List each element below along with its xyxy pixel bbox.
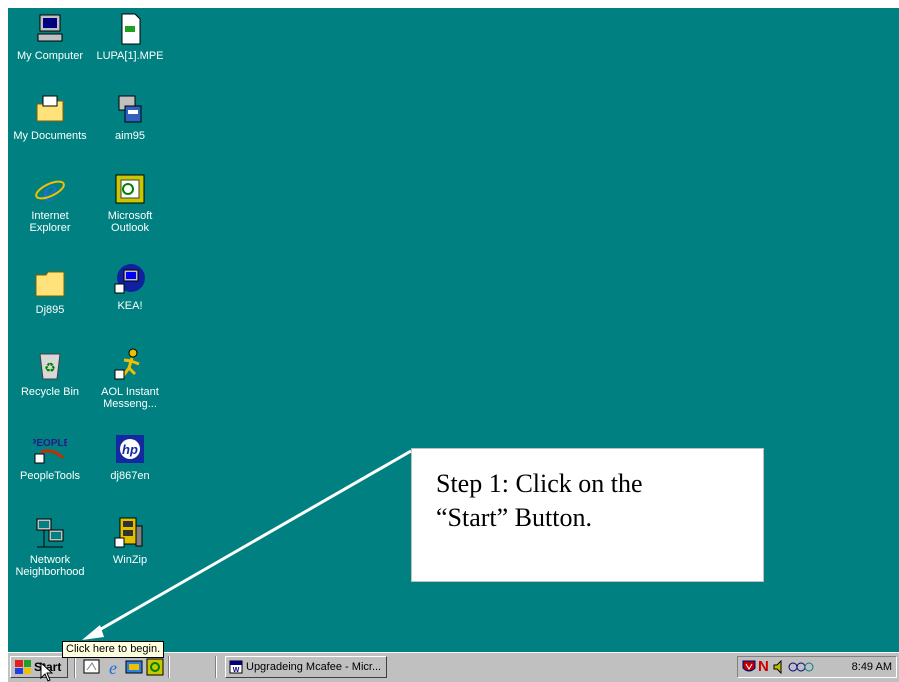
outlook-express-icon[interactable] (146, 658, 164, 676)
channels-icon[interactable] (125, 658, 143, 676)
start-tooltip: Click here to begin. (62, 641, 165, 658)
task-button-label: Upgradeing Mcafee - Micr... (246, 661, 382, 673)
show-desktop-icon[interactable] (83, 658, 101, 676)
taskbar-separator (215, 656, 217, 678)
mcafee-shield-icon[interactable] (742, 660, 756, 679)
task-button-word-document[interactable]: W Upgradeing Mcafee - Micr... (225, 656, 387, 678)
start-button[interactable]: Start (10, 656, 68, 678)
network-icon[interactable] (788, 660, 816, 679)
system-tray: N 8:49 AM (737, 656, 897, 678)
taskbar-separator (74, 656, 76, 678)
svg-text:e: e (109, 658, 117, 676)
taskbar-separator (168, 656, 170, 678)
mouse-cursor-icon (40, 662, 54, 682)
pointer-arrow (82, 449, 412, 640)
internet-explorer-icon[interactable]: e (104, 658, 122, 678)
svg-text:W: W (233, 667, 240, 674)
norton-icon[interactable]: N (758, 658, 769, 675)
clock[interactable]: 8:49 AM (852, 661, 892, 673)
word-document-icon: W (229, 660, 243, 674)
speaker-icon[interactable] (772, 659, 786, 679)
windows-logo-icon (15, 660, 31, 674)
